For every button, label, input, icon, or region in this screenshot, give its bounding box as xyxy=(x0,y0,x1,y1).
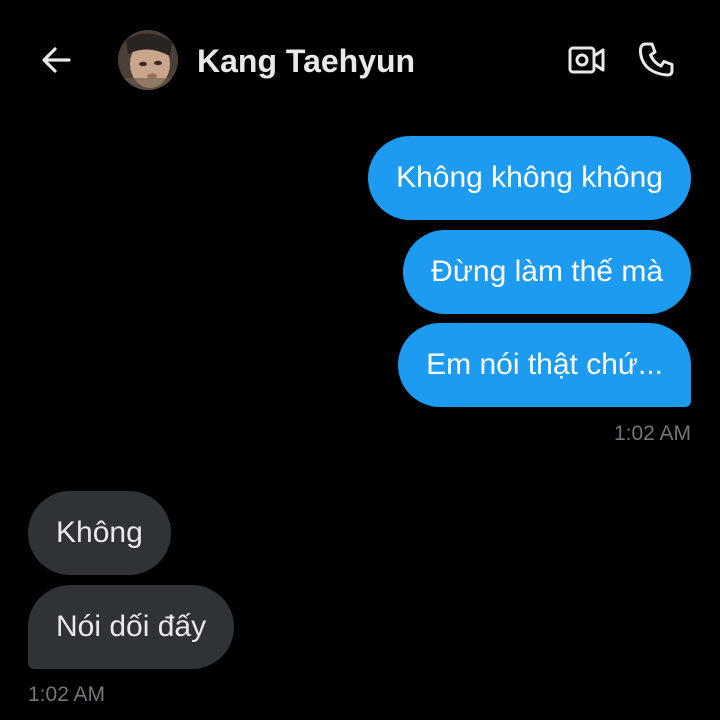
outgoing-message[interactable]: Không không không xyxy=(368,136,691,220)
conversation-header: Kang Taehyun xyxy=(0,0,720,120)
avatar[interactable] xyxy=(118,30,178,90)
outgoing-message[interactable]: Em nói thật chứ... xyxy=(398,323,691,407)
contact-name[interactable]: Kang Taehyun xyxy=(197,40,415,82)
outgoing-message[interactable]: Đừng làm thế mà xyxy=(403,230,691,314)
video-call-button[interactable] xyxy=(566,40,608,80)
voice-call-button[interactable] xyxy=(634,38,678,82)
avatar-image xyxy=(118,30,178,90)
arrow-left-icon xyxy=(42,47,71,73)
message-timestamp: 1:02 AM xyxy=(28,683,106,706)
incoming-message[interactable]: Nói dối đấy xyxy=(28,585,235,669)
incoming-message[interactable]: Không xyxy=(28,491,171,575)
video-camera-icon xyxy=(568,46,605,74)
message-timestamp: 1:02 AM xyxy=(613,422,691,445)
phone-icon xyxy=(638,42,674,77)
back-button[interactable] xyxy=(36,40,76,80)
